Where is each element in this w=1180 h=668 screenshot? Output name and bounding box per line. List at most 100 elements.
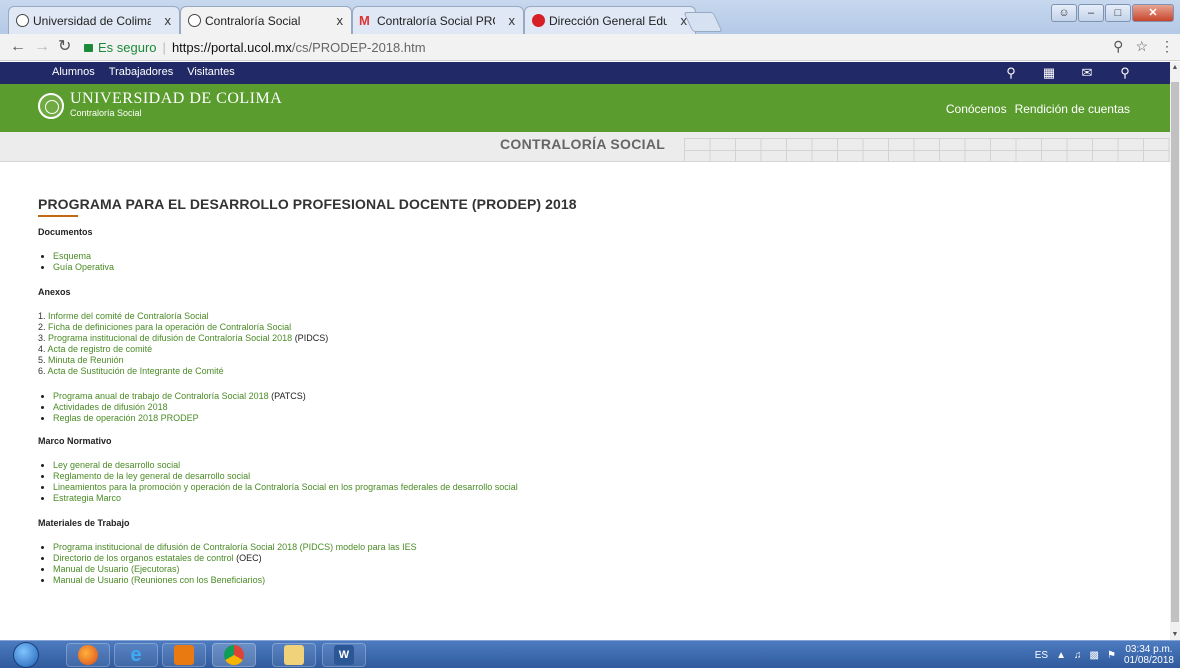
- scroll-up-icon[interactable]: ▲: [1170, 64, 1180, 71]
- search-icon[interactable]: ⚲: [1106, 64, 1144, 81]
- logo-subtitle: Contraloría Social: [70, 108, 142, 118]
- heading-materiales: Materiales de Trabajo: [38, 518, 130, 528]
- link-manual-ejecutoras[interactable]: Manual de Usuario (Ejecutoras): [53, 564, 180, 574]
- list-item: Actividades de difusión 2018: [53, 402, 1158, 413]
- section-title: CONTRALORÍA SOCIAL: [500, 136, 666, 152]
- maximize-button[interactable]: □: [1105, 4, 1131, 22]
- link-anexo-4[interactable]: Acta de registro de comité: [48, 344, 153, 354]
- link-anexo-6[interactable]: Acta de Sustitución de Integrante de Com…: [48, 366, 224, 376]
- link-anexo-5[interactable]: Minuta de Reunión: [48, 355, 124, 365]
- heading-documentos: Documentos: [38, 227, 93, 237]
- nav-trabajadores[interactable]: Trabajadores: [109, 66, 173, 78]
- section-banner: CONTRALORÍA SOCIAL: [0, 132, 1170, 162]
- link-actividades-difusion[interactable]: Actividades de difusión 2018: [53, 402, 168, 412]
- heading-marco-normativo: Marco Normativo: [38, 436, 112, 446]
- person-pin-icon[interactable]: ⚲: [992, 64, 1030, 81]
- link-directorio-oec[interactable]: Directorio de los organos estatales de c…: [53, 553, 234, 563]
- volume-icon[interactable]: ♫: [1074, 650, 1082, 661]
- list-materiales: Programa institucional de difusión de Co…: [38, 542, 1158, 586]
- link-anexo-2[interactable]: Ficha de definiciones para la operación …: [48, 322, 291, 332]
- list-item: 5. Minuta de Reunión: [38, 355, 124, 365]
- account-icon[interactable]: ☺: [1051, 4, 1077, 22]
- mail-icon[interactable]: ✉: [1068, 64, 1106, 81]
- list-anexos-numbered: 1. Informe del comité de Contraloría Soc…: [38, 311, 1158, 377]
- link-rendicion[interactable]: Rendición de cuentas: [1015, 102, 1130, 116]
- word-button[interactable]: W: [322, 643, 366, 667]
- language-indicator[interactable]: ES: [1035, 650, 1048, 661]
- show-hidden-icons[interactable]: ▲: [1056, 650, 1066, 661]
- link-estrategia-marco[interactable]: Estrategia Marco: [53, 493, 121, 503]
- heading-anexos: Anexos: [38, 287, 71, 297]
- link-ley-general[interactable]: Ley general de desarrollo social: [53, 460, 180, 470]
- logo-title: UNIVERSIDAD DE COLIMA: [70, 90, 283, 107]
- gmail-icon: M: [359, 13, 370, 28]
- site-top-nav: Alumnos Trabajadores Visitantes ⚲ ▦ ✉ ⚲: [0, 62, 1170, 84]
- close-icon[interactable]: x: [337, 13, 344, 28]
- close-window-button[interactable]: ✕: [1132, 4, 1174, 22]
- tab-universidad[interactable]: Universidad de Colima / x: [8, 6, 180, 34]
- address-bar[interactable]: Es seguro | https://portal.ucol.mx/cs/PROD…: [84, 37, 1154, 58]
- link-reglas-operacion[interactable]: Reglas de operación 2018 PRODEP: [53, 413, 199, 423]
- outlook-icon: [174, 645, 194, 665]
- link-lineamientos[interactable]: Lineamientos para la promoción y operaci…: [53, 482, 518, 492]
- link-conocenos[interactable]: Conócenos: [946, 102, 1007, 116]
- screen: Universidad de Colima / x Contraloría So…: [0, 0, 1180, 668]
- list-item: Reglamento de la ley general de desarrol…: [53, 471, 1158, 482]
- scroll-thumb[interactable]: [1171, 82, 1179, 622]
- forward-arrow-icon[interactable]: →: [34, 38, 50, 56]
- link-guia-operativa[interactable]: Guía Operativa: [53, 262, 114, 272]
- main-content: PROGRAMA PARA EL DESARROLLO PROFESIONAL …: [38, 196, 1158, 594]
- link-anexo-1[interactable]: Informe del comité de Contraloría Social: [48, 311, 209, 321]
- link-manual-reuniones[interactable]: Manual de Usuario (Reuniones con los Ben…: [53, 575, 265, 585]
- nav-visitantes[interactable]: Visitantes: [187, 66, 235, 78]
- chrome-button[interactable]: [212, 643, 256, 667]
- tab-gmail[interactable]: M Contraloría Social PRODE x: [352, 6, 524, 34]
- browser-tab-strip: Universidad de Colima / x Contraloría So…: [0, 0, 1180, 34]
- clock[interactable]: 03:34 p.m. 01/08/2018: [1124, 644, 1174, 666]
- page-viewport: Alumnos Trabajadores Visitantes ⚲ ▦ ✉ ⚲ …: [0, 62, 1170, 640]
- bookmark-star-icon[interactable]: ☆: [1135, 38, 1148, 55]
- seal-icon: [188, 14, 201, 27]
- link-pidcs-modelo[interactable]: Programa institucional de difusión de Co…: [53, 542, 417, 552]
- start-button[interactable]: [4, 642, 48, 668]
- tab-title: Universidad de Colima /: [33, 13, 151, 28]
- lock-icon: [84, 44, 93, 52]
- window-controls: ☺ – □ ✕: [1051, 4, 1174, 22]
- close-icon[interactable]: x: [509, 13, 516, 28]
- page-scrollbar[interactable]: ▲ ▼: [1170, 62, 1180, 640]
- calendar-icon[interactable]: ▦: [1030, 64, 1068, 81]
- reload-icon[interactable]: ↻: [58, 38, 71, 56]
- link-anexo-3[interactable]: Programa institucional de difusión de Co…: [48, 333, 292, 343]
- url-host: https://portal.ucol.mx: [171, 40, 292, 55]
- list-item: 1. Informe del comité de Contraloría Soc…: [38, 311, 209, 321]
- nav-alumnos[interactable]: Alumnos: [52, 66, 95, 78]
- link-reglamento[interactable]: Reglamento de la ley general de desarrol…: [53, 471, 250, 481]
- seal-icon: [16, 14, 29, 27]
- university-logo[interactable]: UNIVERSIDAD DE COLIMA Contraloría Social: [38, 90, 283, 120]
- scroll-down-icon[interactable]: ▼: [1170, 631, 1180, 638]
- internet-explorer-icon: e: [130, 644, 142, 666]
- link-esquema[interactable]: Esquema: [53, 251, 91, 261]
- firefox-icon: [78, 645, 98, 665]
- minimize-button[interactable]: –: [1078, 4, 1104, 22]
- list-item: Estrategia Marco: [53, 493, 1158, 504]
- list-item: 4. Acta de registro de comité: [38, 344, 153, 354]
- file-explorer-icon: [284, 645, 304, 665]
- close-icon[interactable]: x: [165, 13, 172, 28]
- list-item: 6. Acta de Sustitución de Integrante de …: [38, 366, 224, 376]
- firefox-button[interactable]: [66, 643, 110, 667]
- zoom-icon[interactable]: ⚲: [1113, 38, 1123, 55]
- ie-button[interactable]: e: [114, 643, 158, 667]
- title-underline: [38, 215, 78, 217]
- network-icon[interactable]: ▩: [1090, 650, 1099, 661]
- list-item: Manual de Usuario (Reuniones con los Ben…: [53, 575, 1158, 586]
- flag-icon[interactable]: ⚑: [1107, 650, 1116, 661]
- outlook-button[interactable]: [162, 643, 206, 667]
- tab-direccion[interactable]: Dirección General Educac x: [524, 6, 696, 34]
- file-explorer-button[interactable]: [272, 643, 316, 667]
- back-arrow-icon[interactable]: ←: [10, 38, 26, 56]
- list-item: Manual de Usuario (Ejecutoras): [53, 564, 1158, 575]
- menu-icon[interactable]: ⋮: [1160, 38, 1174, 55]
- link-patcs[interactable]: Programa anual de trabajo de Contraloría…: [53, 391, 269, 401]
- tab-contraloria[interactable]: Contraloría Social x: [180, 6, 352, 34]
